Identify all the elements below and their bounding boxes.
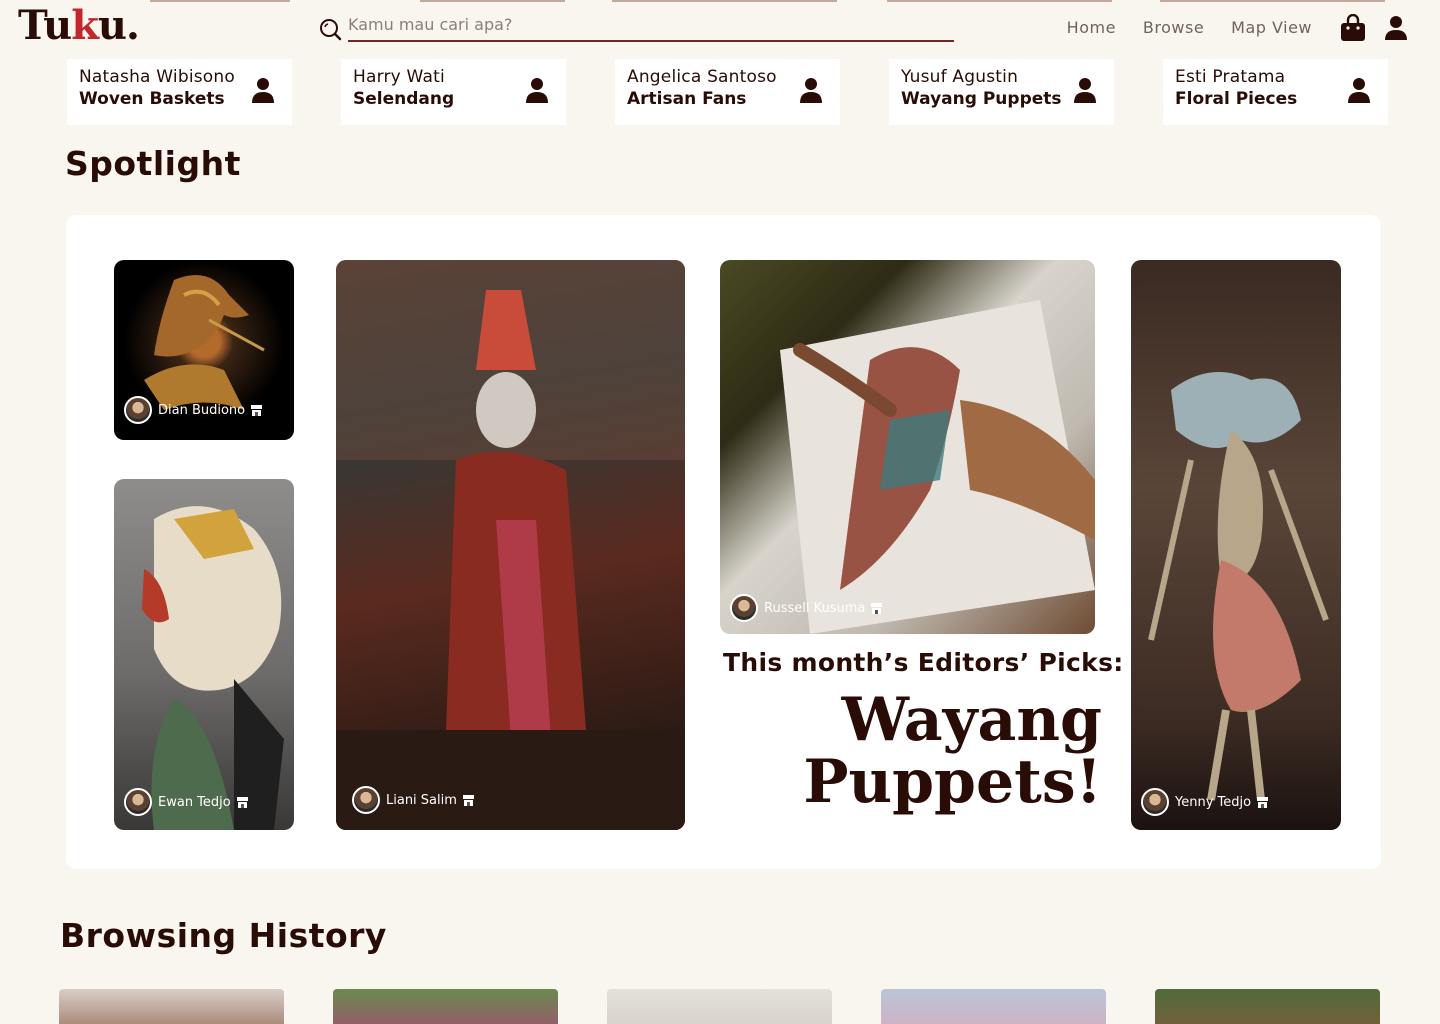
tile-credit: Russell Kusuma (730, 594, 883, 622)
artisan-card[interactable]: Yusuf Agustin Wayang Puppets (889, 59, 1114, 125)
shop-icon (871, 602, 883, 614)
search-icon (320, 19, 342, 41)
history-item[interactable] (333, 989, 558, 1024)
spotlight-panel: Dian Budiono Ewan Tedjo Liani Salim Russ… (66, 215, 1381, 869)
person-icon (526, 78, 548, 103)
artisan-card[interactable]: Natasha Wibisono Woven Baskets (67, 59, 292, 125)
scrolled-content-edge (420, 0, 565, 2)
nav-browse[interactable]: Browse (1143, 18, 1204, 37)
artisan-card[interactable]: Harry Wati Selendang (341, 59, 566, 125)
history-item[interactable] (1155, 989, 1380, 1024)
shop-icon (236, 796, 248, 808)
artisan-list: Natasha Wibisono Woven Baskets Harry Wat… (67, 59, 1388, 125)
wayang-kulit-illustration (1148, 372, 1329, 801)
history-item[interactable] (607, 989, 832, 1024)
tuku-logo[interactable]: Tuku. (18, 2, 140, 49)
wayang-painting-illustration (780, 300, 1095, 634)
spotlight-tile-wayang-mask[interactable]: Ewan Tedjo (114, 479, 294, 830)
wayang-mask-illustration (142, 506, 284, 830)
person-icon (1348, 78, 1370, 103)
avatar (1141, 788, 1169, 816)
editors-picks-headline: Wayang Puppets! (803, 685, 1102, 817)
person-icon (800, 78, 822, 103)
shopping-bag-icon[interactable] (1340, 14, 1366, 42)
shop-icon (251, 404, 263, 416)
scrolled-content-edge (1160, 0, 1385, 2)
tile-credit: Yenny Tedjo (1141, 788, 1269, 816)
person-icon (252, 78, 274, 103)
artisan-card[interactable]: Esti Pratama Floral Pieces (1163, 59, 1388, 125)
browsing-history-heading: Browsing History (60, 916, 387, 955)
tile-credit: Dian Budiono (124, 396, 263, 424)
avatar (124, 788, 152, 816)
history-item[interactable] (59, 989, 284, 1024)
user-account-icon[interactable] (1384, 15, 1408, 41)
nav-map-view[interactable]: Map View (1231, 18, 1312, 37)
wayang-golek-illustration (336, 260, 685, 830)
browsing-history-list (59, 989, 1380, 1024)
tile-credit: Liani Salim (352, 786, 474, 814)
spotlight-heading: Spotlight (65, 144, 241, 183)
tile-credit: Ewan Tedjo (124, 788, 248, 816)
avatar (352, 786, 380, 814)
history-item[interactable] (881, 989, 1106, 1024)
main-nav: Home Browse Map View (1067, 18, 1312, 37)
search-bar (318, 12, 954, 44)
scrolled-content-edge (887, 0, 1112, 2)
nav-home[interactable]: Home (1067, 18, 1116, 37)
spotlight-tile-wayang-golek[interactable]: Liani Salim (336, 260, 685, 830)
artisan-card[interactable]: Angelica Santoso Artisan Fans (615, 59, 840, 125)
scrolled-content-edge (150, 0, 290, 2)
spotlight-tile-wayang-kulit[interactable]: Yenny Tedjo (1131, 260, 1341, 830)
search-input[interactable] (348, 12, 954, 42)
avatar (124, 396, 152, 424)
shop-icon (1257, 796, 1269, 808)
person-icon (1074, 78, 1096, 103)
shop-icon (462, 794, 474, 806)
editors-picks-caption: This month’s Editors’ Picks: (723, 648, 1124, 677)
spotlight-tile-wayang-painting[interactable]: Russell Kusuma (720, 260, 1095, 634)
spotlight-tile-wayang-gold[interactable]: Dian Budiono (114, 260, 294, 440)
avatar (730, 594, 758, 622)
scrolled-content-edge (612, 0, 837, 2)
